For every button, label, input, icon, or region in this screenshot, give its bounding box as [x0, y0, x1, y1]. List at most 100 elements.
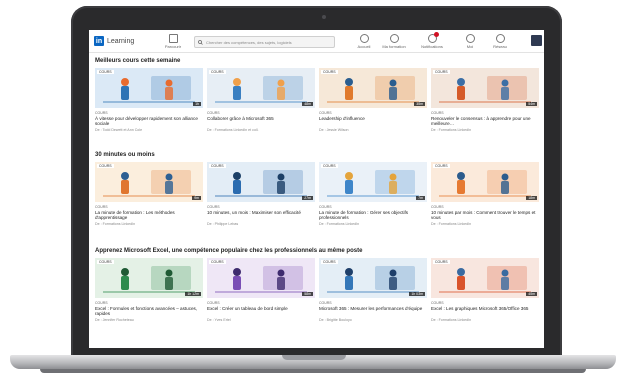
illustration-icon — [215, 170, 307, 197]
course-thumbnail[interactable]: COURS 9m — [95, 162, 203, 202]
course-thumbnail[interactable]: COURS 45m — [431, 258, 539, 298]
illustration-icon — [327, 76, 419, 103]
search-icon — [198, 39, 203, 45]
illustration-icon — [439, 266, 531, 293]
duration-badge: 7m — [416, 196, 425, 200]
nav-label: Réseau — [493, 44, 507, 49]
course-thumbnail[interactable]: COURS 48m — [207, 68, 315, 108]
course-author: De : Formations LinkedIn — [319, 222, 360, 226]
course-title[interactable]: Excel : Les graphiques Microsoft 365/Off… — [431, 306, 539, 317]
course-title[interactable]: Collaborer grâce à Microsoft 365 — [207, 116, 315, 127]
course-author: De : Jessie Wilson — [319, 128, 349, 132]
course-tag: COURS — [321, 70, 338, 74]
course-card[interactable]: COURS 54m COURS Renouveler le consensus : à… — [431, 68, 539, 132]
nav-item-1[interactable]: Ma formation — [381, 34, 407, 49]
duration-badge: 48m — [302, 102, 313, 106]
illustration-icon — [215, 76, 307, 103]
course-tag: COURS — [97, 260, 114, 264]
browse-button[interactable]: Parcourir — [162, 34, 184, 49]
illustration-icon — [439, 76, 531, 103]
nav-icon — [495, 34, 505, 43]
app-logo[interactable]: in Learning — [94, 36, 134, 46]
course-tag: COURS — [321, 164, 338, 168]
course-thumbnail[interactable]: COURS 1h 03m — [319, 258, 427, 298]
duration-badge: 1h 03m — [409, 292, 425, 296]
avatar[interactable] — [531, 35, 542, 46]
course-title[interactable]: Excel : Formules et fonctions avancées –… — [95, 306, 203, 317]
course-author: De : Formations LinkedIn — [431, 222, 472, 226]
course-author: De : Philippe Lebas — [207, 222, 239, 226]
search-input[interactable]: Chercher des compétences, des sujets, lo… — [194, 36, 335, 48]
illustration-icon — [327, 170, 419, 197]
nav-label: Moi — [466, 44, 474, 49]
section-title: Apprenez Microsoft Excel, une compétence… — [95, 248, 363, 254]
course-thumbnail[interactable]: COURS 58m — [207, 258, 315, 298]
course-tag: COURS — [209, 70, 226, 74]
course-thumbnail[interactable]: COURS 1h — [95, 68, 203, 108]
course-title[interactable]: 10 minutes, un mois : Maximiser son effi… — [207, 210, 315, 221]
course-tag: COURS — [433, 70, 450, 74]
course-card[interactable]: COURS 35m COURS Leadership d'influence De : … — [319, 68, 427, 132]
course-title[interactable]: Microsoft 365 : Mesurer les performances… — [319, 306, 427, 317]
course-title[interactable]: Leadership d'influence — [319, 116, 427, 127]
course-card[interactable]: COURS 9m COURS La minute de formation : Les… — [95, 162, 203, 226]
content-type: COURS — [207, 301, 220, 305]
course-thumbnail[interactable]: COURS 27m — [207, 162, 315, 202]
course-tag: COURS — [97, 70, 114, 74]
course-title[interactable]: Excel : Créer un tableau de bord simple — [207, 306, 315, 317]
duration-badge: 54m — [526, 102, 537, 106]
nav-icon — [389, 34, 399, 43]
course-tag: COURS — [321, 260, 338, 264]
content-type: COURS — [95, 111, 108, 115]
nav-label: Notifications — [421, 44, 443, 49]
app-name: Learning — [107, 37, 135, 45]
content-type: COURS — [95, 301, 108, 305]
course-card[interactable]: COURS 27m COURS 10 minutes, un mois : Maxim… — [207, 162, 315, 226]
linkedin-logo-icon: in — [94, 36, 104, 46]
course-thumbnail[interactable]: COURS 35m — [319, 68, 427, 108]
course-tag: COURS — [433, 164, 450, 168]
course-tag: COURS — [97, 164, 114, 168]
duration-badge: 45m — [526, 292, 537, 296]
nav-icon — [465, 34, 475, 43]
nav-item-2[interactable]: Notifications — [419, 32, 445, 49]
search-placeholder: Chercher des compétences, des sujets, lo… — [206, 39, 292, 45]
course-title[interactable]: La minute de formation : Les méthodes d'… — [95, 210, 203, 221]
content-type: COURS — [319, 205, 332, 209]
course-card[interactable]: COURS 45m COURS Excel : Les graphiques Micr… — [431, 258, 539, 322]
course-author: De : Formations LinkedIn — [95, 222, 136, 226]
course-title[interactable]: La minute de formation : Gérer ses objec… — [319, 210, 427, 221]
illustration-icon — [215, 266, 307, 293]
nav-item-4[interactable]: Réseau — [487, 34, 513, 49]
content-type: COURS — [431, 205, 444, 209]
course-author: De : Formations LinkedIn — [431, 128, 472, 132]
course-author: De : Yves Ertel — [207, 318, 231, 322]
illustration-icon — [103, 170, 195, 197]
laptop-foot — [40, 369, 586, 373]
nav-item-0[interactable]: Accueil — [351, 34, 377, 49]
duration-badge: 35m — [414, 102, 425, 106]
course-card[interactable]: COURS 58m COURS Excel : Créer un tableau de… — [207, 258, 315, 322]
course-card[interactable]: COURS 7m COURS La minute de formation : Gér… — [319, 162, 427, 226]
course-card[interactable]: COURS 1h COURS À vitesse pour développer ra… — [95, 68, 203, 132]
duration-badge: 58m — [302, 292, 313, 296]
course-author: De : Brigitte Bouloyo — [319, 318, 352, 322]
course-thumbnail[interactable]: COURS 1h 12m — [95, 258, 203, 298]
content-type: COURS — [207, 111, 220, 115]
course-title[interactable]: À vitesse pour développer rapidement son… — [95, 116, 203, 127]
nav-item-3[interactable]: Moi — [457, 34, 483, 49]
notification-badge — [434, 32, 439, 37]
course-title[interactable]: Renouveler le consensus : à apprendre po… — [431, 116, 539, 127]
course-card[interactable]: COURS 18m COURS 10 minutes par mois : Comme… — [431, 162, 539, 226]
course-thumbnail[interactable]: COURS 7m — [319, 162, 427, 202]
course-thumbnail[interactable]: COURS 54m — [431, 68, 539, 108]
course-card[interactable]: COURS 1h 03m COURS Microsoft 365 : Mesurer … — [319, 258, 427, 322]
course-card[interactable]: COURS 48m COURS Collaborer grâce à Microsof… — [207, 68, 315, 132]
course-author: De : Jennifer Rocheteau — [95, 318, 134, 322]
section-title: 30 minutes ou moins — [95, 152, 155, 158]
laptop-notch — [282, 355, 346, 360]
duration-badge: 1h — [193, 102, 201, 106]
course-thumbnail[interactable]: COURS 18m — [431, 162, 539, 202]
course-card[interactable]: COURS 1h 12m COURS Excel : Formules et fonc… — [95, 258, 203, 322]
course-title[interactable]: 10 minutes par mois : Comment trouver le… — [431, 210, 539, 221]
